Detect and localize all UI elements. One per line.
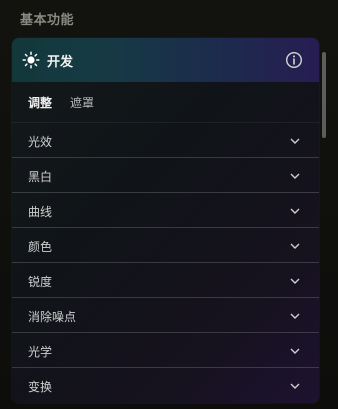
panel-title: 开发: [47, 55, 74, 70]
chevron-down-icon: [290, 138, 300, 144]
accordion-item-transform[interactable]: 变换: [12, 368, 319, 402]
scrollbar[interactable]: [322, 38, 327, 403]
section-header: 基本功能: [20, 13, 75, 28]
accordion-item-curves[interactable]: 曲线: [12, 193, 319, 228]
scrollbar-thumb[interactable]: [322, 52, 326, 138]
accordion-item-color[interactable]: 颜色: [12, 228, 319, 263]
accordion-item-optics[interactable]: 光学: [12, 333, 319, 368]
accordion-label: 黑白: [28, 170, 53, 184]
chevron-down-icon: [290, 208, 300, 214]
chevron-down-icon: [290, 173, 300, 179]
accordion-label: 光效: [28, 135, 53, 149]
develop-panel: 开发 调整 遮罩 光效 黑白 曲线 颜色 锐度 消除噪点 光学 变换: [12, 38, 319, 403]
accordion-label: 曲线: [28, 205, 53, 219]
panel-header[interactable]: 开发: [12, 38, 319, 82]
chevron-down-icon: [290, 313, 300, 319]
chevron-down-icon: [290, 243, 300, 249]
tab-bar: 调整 遮罩: [12, 82, 319, 123]
accordion-item-sharpness[interactable]: 锐度: [12, 263, 319, 298]
accordion-item-noise-reduction[interactable]: 消除噪点: [12, 298, 319, 333]
sun-icon: [22, 51, 40, 69]
chevron-down-icon: [290, 383, 300, 389]
accordion-item-black-white[interactable]: 黑白: [12, 158, 319, 193]
chevron-down-icon: [290, 348, 300, 354]
accordion-label: 消除噪点: [28, 310, 77, 324]
accordion-label: 锐度: [28, 275, 53, 289]
accordion-label: 光学: [28, 345, 53, 359]
chevron-down-icon: [290, 278, 300, 284]
info-icon[interactable]: [285, 51, 303, 69]
tab-adjust[interactable]: 调整: [28, 94, 52, 111]
accordion-item-light[interactable]: 光效: [12, 123, 319, 158]
tab-mask[interactable]: 遮罩: [70, 94, 94, 111]
accordion-label: 变换: [28, 380, 53, 394]
accordion-label: 颜色: [28, 240, 53, 254]
